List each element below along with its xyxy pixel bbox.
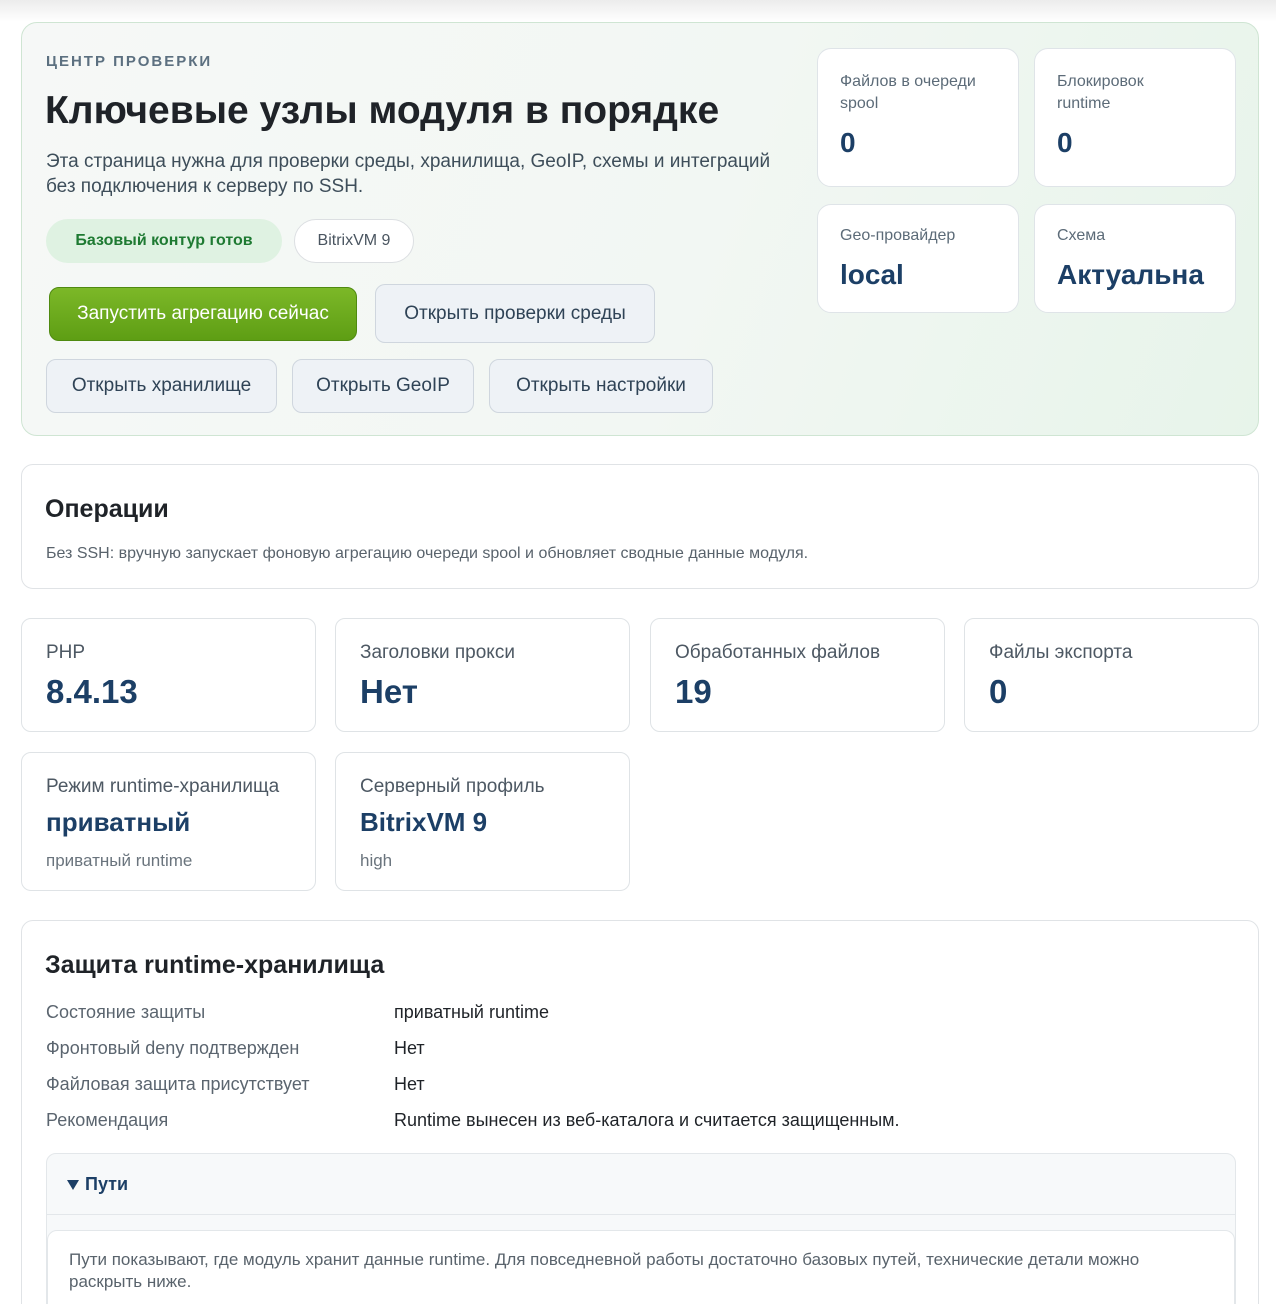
- stat-label: Файлов в очереди spool: [840, 73, 976, 112]
- metric-value: приватный: [46, 807, 191, 837]
- metric-subtext: приватный runtime: [46, 851, 193, 870]
- stat-card-runtime-locks: Блокировок runtime 0: [1034, 48, 1236, 187]
- metric-value: 8.4.13: [46, 673, 138, 710]
- paths-disclosure: Пути Пути показывают, где модуль хранит …: [46, 1153, 1236, 1304]
- runtime-protection-panel: Защита runtime-хранилища Состояние защит…: [21, 920, 1259, 1304]
- protection-row-key: Файловая защита присутствует: [46, 1074, 310, 1094]
- metric-card-server-profile: Серверный профиль BitrixVM 9 high: [335, 752, 630, 891]
- hero-title: Ключевые узлы модуля в порядке: [45, 89, 720, 132]
- protection-row-value: приватный runtime: [394, 1002, 549, 1022]
- run-aggregation-button[interactable]: Запустить агрегацию сейчас: [49, 287, 357, 341]
- metric-subtext: high: [360, 851, 393, 870]
- metric-card-proxy-headers: Заголовки прокси Нет: [335, 618, 630, 732]
- profile-badge: BitrixVM 9: [294, 219, 414, 263]
- stat-label: Geo-провайдер: [840, 227, 956, 244]
- open-geoip-button[interactable]: Открыть GeoIP: [292, 359, 474, 413]
- open-settings-button[interactable]: Открыть настройки: [489, 359, 713, 413]
- open-env-checks-button[interactable]: Открыть проверки среды: [375, 284, 655, 343]
- metric-label: Серверный профиль: [360, 776, 545, 797]
- protection-row-value: Runtime вынесен из веб-каталога и считае…: [394, 1110, 900, 1130]
- stat-value: 0: [1057, 127, 1073, 158]
- protection-row: Фронтовый deny подтвержден Нет: [46, 1038, 1226, 1062]
- metric-label: Файлы экспорта: [989, 642, 1133, 663]
- operations-panel: Операции Без SSH: вручную запускает фоно…: [21, 464, 1259, 589]
- protection-row: Состояние защиты приватный runtime: [46, 1002, 1226, 1026]
- protection-row: Рекомендация Runtime вынесен из веб-ката…: [46, 1110, 1226, 1134]
- metric-value: 19: [675, 673, 712, 710]
- protection-row-value: Нет: [394, 1038, 425, 1058]
- stat-card-schema: Схема Актуальна: [1034, 204, 1236, 313]
- protection-title: Защита runtime-хранилища: [45, 951, 385, 979]
- paths-content: Пути показывают, где модуль хранит данны…: [47, 1230, 1235, 1304]
- metric-card-runtime-storage-mode: Режим runtime-хранилища приватный приват…: [21, 752, 316, 891]
- protection-row-key: Фронтовый deny подтвержден: [46, 1038, 300, 1058]
- metric-label: Заголовки прокси: [360, 642, 515, 663]
- operations-title: Операции: [45, 495, 169, 523]
- metric-value: BitrixVM 9: [360, 807, 488, 837]
- metric-value: Нет: [360, 673, 418, 710]
- metric-label: Режим runtime-хранилища: [46, 776, 280, 797]
- metric-value: 0: [989, 673, 1008, 710]
- stat-value: Актуальна: [1057, 259, 1204, 290]
- operations-description: Без SSH: вручную запускает фоновую агрег…: [46, 545, 809, 562]
- protection-row-key: Рекомендация: [46, 1110, 169, 1130]
- protection-row-key: Состояние защиты: [46, 1002, 206, 1022]
- paths-toggle[interactable]: Пути: [67, 1174, 128, 1195]
- metric-card-php: PHP 8.4.13: [21, 618, 316, 732]
- divider: [47, 1214, 1235, 1215]
- hero-eyebrow: ЦЕНТР ПРОВЕРКИ: [46, 53, 213, 70]
- hero-description: Эта страница нужна для проверки среды, х…: [46, 151, 771, 197]
- metric-card-processed-files: Обработанных файлов 19: [650, 618, 945, 732]
- status-hero-panel: ЦЕНТР ПРОВЕРКИ Ключевые узлы модуля в по…: [21, 22, 1259, 436]
- metric-label: PHP: [46, 642, 86, 663]
- stat-label: Блокировок runtime: [1057, 73, 1144, 112]
- status-badge: Базовый контур готов: [46, 219, 282, 263]
- triangle-down-icon: [67, 1179, 79, 1190]
- stat-label: Схема: [1057, 227, 1106, 244]
- protection-row-value: Нет: [394, 1074, 425, 1094]
- stat-card-geo-provider: Geo-провайдер local: [817, 204, 1019, 313]
- metric-card-export-files: Файлы экспорта 0: [964, 618, 1259, 732]
- paths-summary-label: Пути: [85, 1174, 129, 1194]
- protection-row: Файловая защита присутствует Нет: [46, 1074, 1226, 1098]
- stat-value: local: [840, 259, 904, 290]
- stat-value: 0: [840, 127, 856, 158]
- open-storage-button[interactable]: Открыть хранилище: [46, 359, 277, 413]
- paths-description: Пути показывают, где модуль хранит данны…: [69, 1250, 1140, 1291]
- stat-card-spool-queue: Файлов в очереди spool 0: [817, 48, 1019, 187]
- top-shadow: [0, 0, 1276, 22]
- metric-label: Обработанных файлов: [675, 642, 881, 663]
